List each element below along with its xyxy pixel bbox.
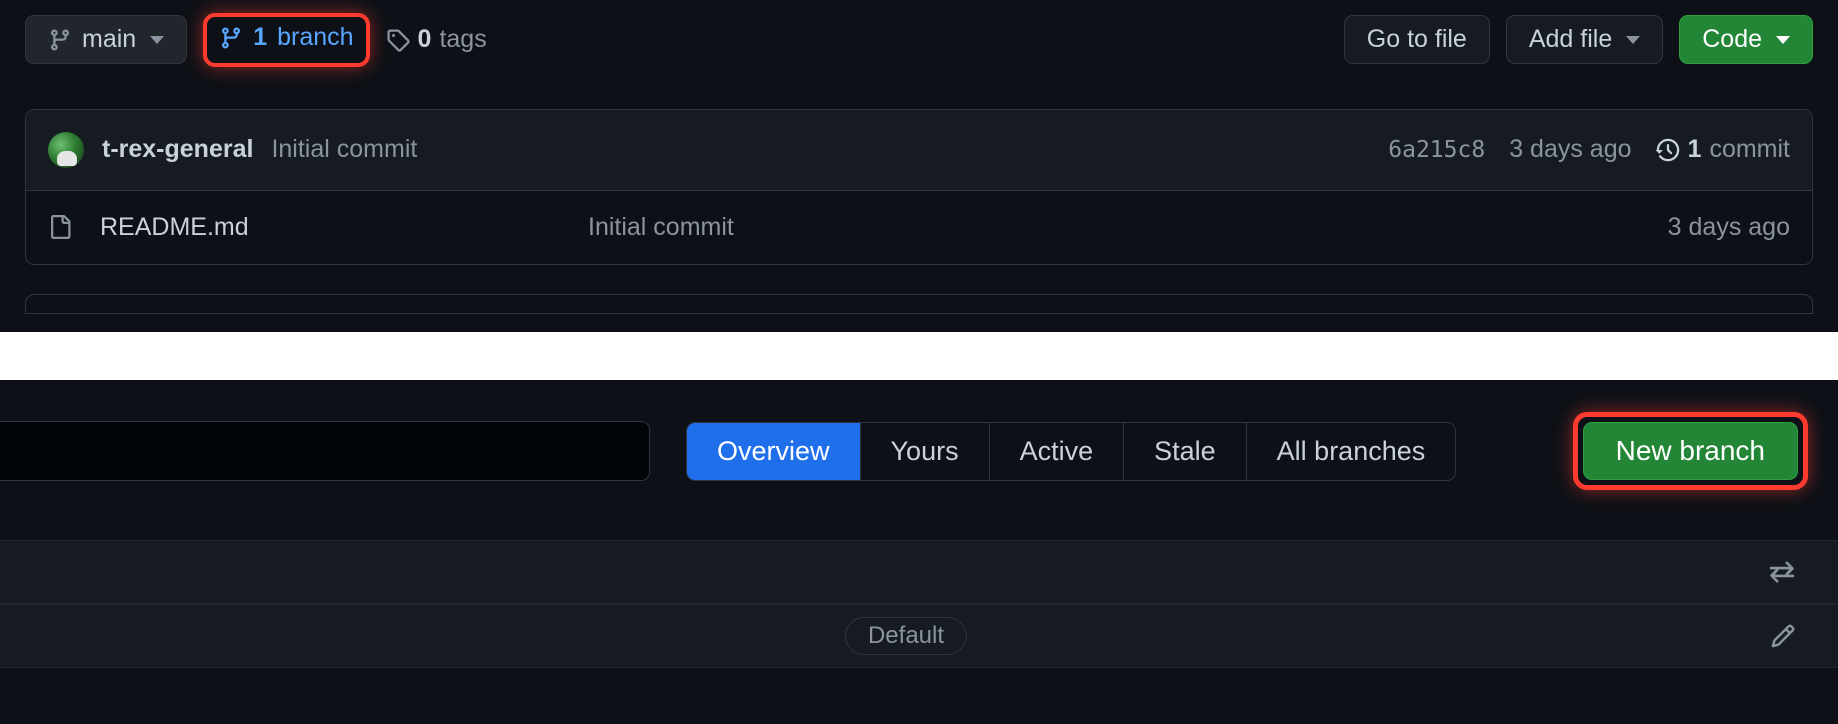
file-listing-box: t-rex-general Initial commit 6a215c8 3 d… [25,109,1813,265]
tags-count: 0 [418,25,432,54]
file-name[interactable]: README.md [100,213,560,242]
tab-all-branches[interactable]: All branches [1247,423,1456,480]
branch-selector-label: main [82,25,136,54]
caret-down-icon [1626,36,1640,44]
file-time: 3 days ago [1668,213,1790,242]
caret-down-icon [150,36,164,44]
branch-tabs: Overview Yours Active Stale All branches [686,422,1456,481]
new-branch-label: New branch [1616,435,1765,467]
branches-link[interactable]: 1 branch [219,23,353,52]
readme-box-top [25,294,1813,314]
git-branch-icon [219,26,243,50]
branches-toolbar: Overview Yours Active Stale All branches… [0,412,1838,490]
file-commit-msg[interactable]: Initial commit [588,213,1640,242]
commit-message[interactable]: Initial commit [271,135,417,164]
avatar[interactable] [48,132,84,168]
tab-active[interactable]: Active [990,423,1125,480]
branches-link-highlight: 1 branch [203,13,369,67]
commit-word: commit [1709,135,1790,164]
tag-icon [386,28,410,52]
latest-commit-bar: t-rex-general Initial commit 6a215c8 3 d… [26,110,1812,191]
branch-row-header [0,540,1838,604]
repo-header-pane: main 1 branch 0 tags Go to file Add file… [0,0,1838,332]
tags-link[interactable]: 0 tags [386,25,487,54]
add-file-button[interactable]: Add file [1506,15,1663,64]
swap-icon[interactable] [1768,558,1796,586]
tags-word: tags [439,25,486,54]
default-chip: Default [845,617,967,655]
commit-time: 3 days ago [1509,135,1631,164]
caret-down-icon [1776,36,1790,44]
new-branch-button[interactable]: New branch [1583,422,1798,480]
branch-search-input[interactable] [0,421,650,481]
repo-toolbar: main 1 branch 0 tags Go to file Add file… [25,13,1813,67]
file-icon [48,213,72,241]
commit-count: 1 [1688,135,1702,164]
git-branch-icon [48,28,72,52]
commit-meta: 6a215c8 3 days ago 1 commit [1388,135,1790,164]
branches-count: 1 [253,23,267,52]
code-button[interactable]: Code [1679,15,1813,64]
tab-overview[interactable]: Overview [687,423,861,480]
go-to-file-label: Go to file [1367,25,1467,54]
commit-sha[interactable]: 6a215c8 [1388,137,1485,163]
branches-word: branch [277,23,353,52]
branch-rows: Default [0,540,1838,668]
page-divider [0,332,1838,380]
history-icon [1656,138,1680,162]
code-label: Code [1702,25,1762,54]
default-branch-row: Default [0,604,1838,668]
tab-stale[interactable]: Stale [1124,423,1247,480]
branch-selector[interactable]: main [25,15,187,64]
tab-yours[interactable]: Yours [861,423,990,480]
pencil-icon[interactable] [1770,623,1796,649]
new-branch-highlight: New branch [1573,412,1808,490]
chip-wrap: Default [42,617,1770,655]
add-file-label: Add file [1529,25,1612,54]
file-row[interactable]: README.md Initial commit 3 days ago [26,191,1812,264]
commits-link[interactable]: 1 commit [1656,135,1790,164]
branches-pane: Overview Yours Active Stale All branches… [0,380,1838,724]
commit-author[interactable]: t-rex-general [102,135,253,164]
go-to-file-button[interactable]: Go to file [1344,15,1490,64]
